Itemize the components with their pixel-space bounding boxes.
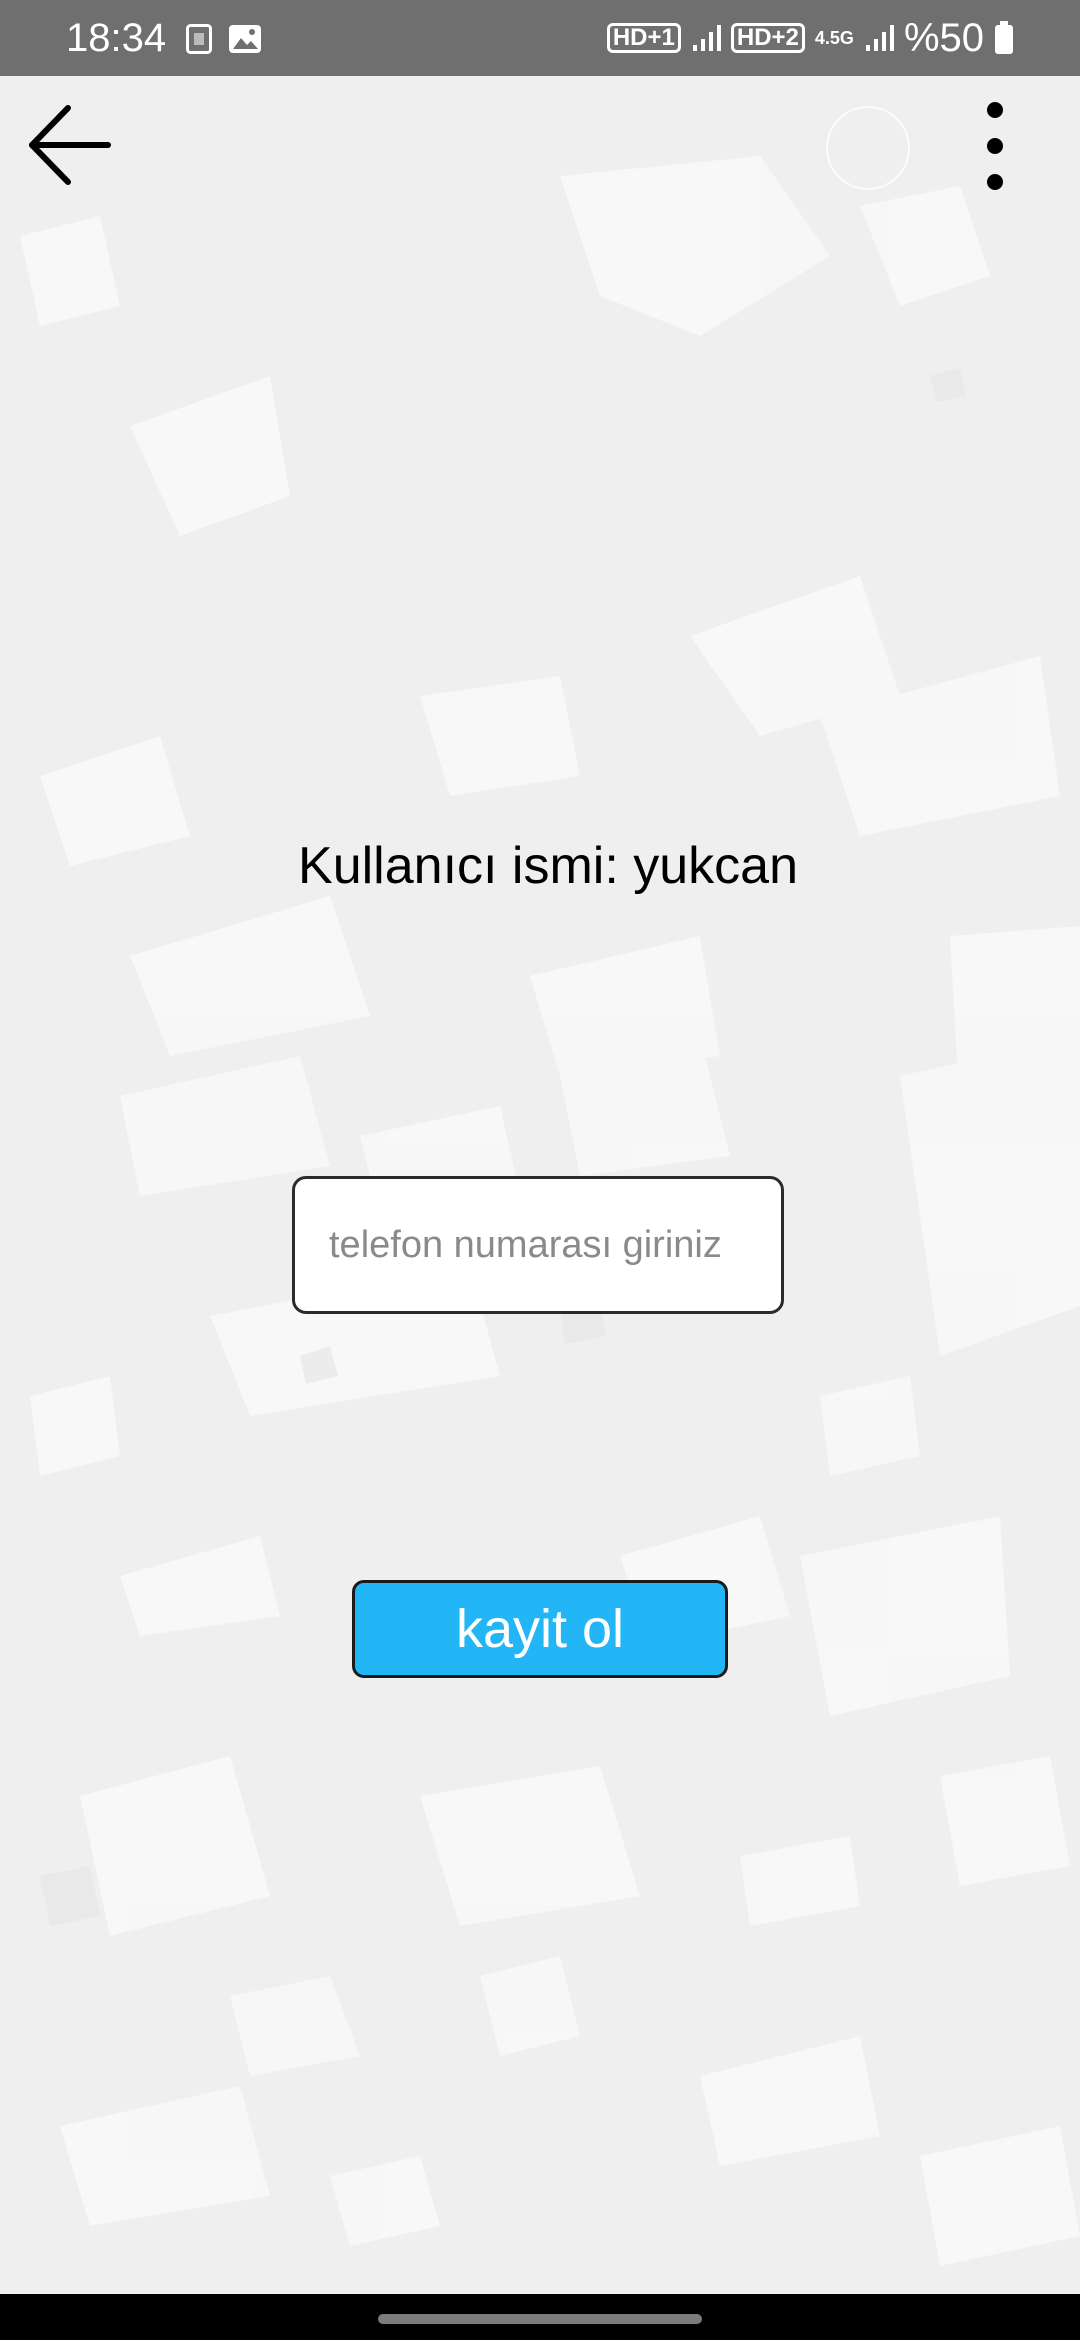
- navigation-bar: [0, 2294, 1080, 2340]
- username-label: Kullanıcı ismi: yukcan: [298, 837, 798, 895]
- back-button[interactable]: [24, 100, 114, 190]
- app-k-icon: [186, 24, 212, 54]
- arrow-left-icon: [29, 105, 111, 185]
- battery-percentage: %50: [903, 16, 984, 60]
- home-indicator[interactable]: [378, 2314, 702, 2324]
- image-icon: [229, 25, 261, 53]
- signal-strength-icon: [692, 25, 721, 51]
- status-time: 18:34: [66, 16, 167, 60]
- battery-icon: [995, 21, 1013, 54]
- status-indicators: HD+1 HD+2 4.5G %50: [606, 14, 1014, 62]
- signal-strength-icon: [865, 25, 894, 51]
- register-button[interactable]: kayit ol: [352, 1580, 728, 1678]
- phone-number-input[interactable]: [292, 1176, 784, 1314]
- avatar-circle: [826, 106, 910, 190]
- app-screen: 18:34 HD+1 HD+2 4.5G %50 Kullanıcı ismi:…: [0, 0, 1080, 2340]
- more-options-button[interactable]: [970, 100, 1020, 192]
- status-bar: 18:34 HD+1 HD+2 4.5G %50: [0, 0, 1080, 76]
- sim2-volte-badge: HD+2: [730, 23, 805, 53]
- sim1-volte-badge: HD+1: [606, 23, 681, 53]
- network-type-label: 4.5G: [814, 28, 854, 48]
- more-vertical-icon: [987, 102, 1003, 190]
